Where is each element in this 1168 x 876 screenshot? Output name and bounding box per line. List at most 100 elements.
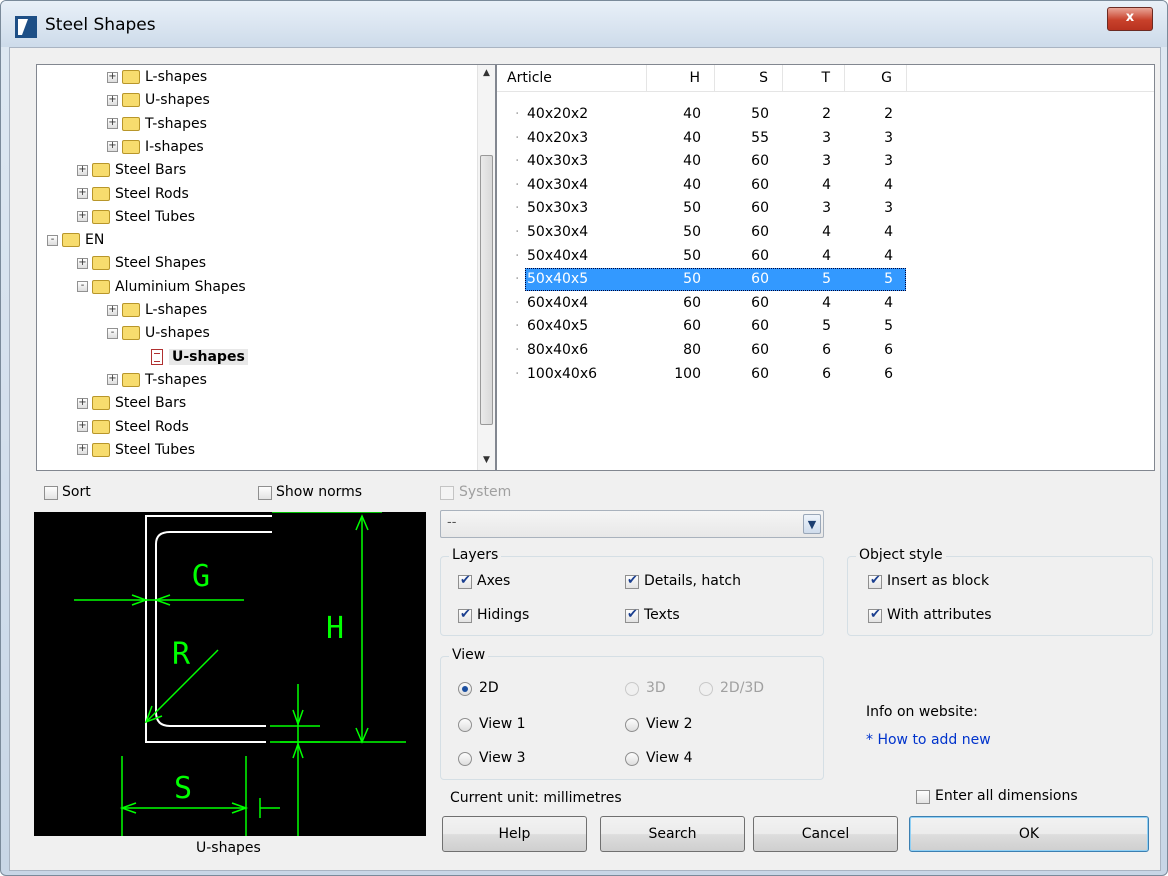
hidings-label: Hidings: [477, 607, 530, 623]
view-4-radio[interactable]: [625, 752, 639, 766]
tree-item[interactable]: U-shapes: [137, 346, 248, 368]
expand-icon[interactable]: +: [107, 304, 118, 316]
column-header-s[interactable]: S: [715, 65, 783, 91]
expand-icon[interactable]: +: [77, 164, 88, 176]
column-header-t[interactable]: T: [783, 65, 845, 91]
expand-icon[interactable]: +: [107, 141, 118, 153]
collapse-icon[interactable]: -: [47, 234, 58, 246]
tree-item[interactable]: + Steel Bars: [77, 159, 186, 181]
view-3-radio[interactable]: [458, 752, 472, 766]
enter-all-dimensions-checkbox[interactable]: [916, 790, 930, 804]
system-dropdown[interactable]: -- ▼: [440, 510, 824, 538]
tree-item[interactable]: + Steel Shapes: [77, 252, 206, 274]
view-2d3d-radio[interactable]: [699, 682, 713, 696]
insert-as-block-checkbox[interactable]: [868, 573, 882, 589]
collapse-icon[interactable]: -: [107, 327, 118, 339]
cell-article: 40x20x2: [527, 106, 589, 122]
ok-button[interactable]: OK: [909, 816, 1149, 852]
table-row[interactable]: · 80x40x6 80 60 6 6: [497, 339, 1154, 362]
expand-icon[interactable]: +: [77, 188, 88, 199]
article-table[interactable]: Article H S T G · 40x20x2 40 50 2 2 · 40x20x3 40…: [496, 64, 1155, 471]
folder-icon: [122, 116, 140, 131]
view-2-radio[interactable]: [625, 718, 639, 732]
cell-t: 4: [822, 247, 831, 264]
cell-g: 4: [884, 294, 893, 311]
sort-checkbox[interactable]: [44, 486, 58, 500]
table-row[interactable]: · 50x30x4 50 60 4 4: [497, 221, 1154, 244]
axes-checkbox[interactable]: [458, 573, 472, 589]
expand-icon[interactable]: +: [107, 71, 118, 83]
expand-icon[interactable]: +: [107, 94, 118, 106]
texts-checkbox[interactable]: [625, 607, 639, 623]
tree-item[interactable]: + T-shapes: [107, 369, 207, 391]
show-norms-checkbox[interactable]: [258, 486, 272, 500]
expand-icon[interactable]: +: [107, 374, 118, 386]
object-style-title: Object style: [856, 547, 946, 563]
cell-s: 50: [751, 106, 769, 122]
scroll-up-icon[interactable]: ▲: [478, 65, 495, 82]
chevron-down-icon[interactable]: ▼: [803, 514, 821, 534]
folder-icon: [92, 163, 110, 178]
expand-icon[interactable]: +: [77, 257, 88, 269]
how-to-add-new-link[interactable]: * How to add new: [866, 732, 991, 748]
view-1-radio[interactable]: [458, 718, 472, 732]
column-header-article[interactable]: Article: [497, 65, 647, 91]
scroll-down-icon[interactable]: ▼: [478, 452, 495, 469]
tree-item[interactable]: + Steel Rods: [77, 183, 189, 205]
expand-icon[interactable]: +: [77, 211, 88, 223]
table-row[interactable]: · 50x40x4 50 60 4 4: [497, 245, 1154, 268]
help-button[interactable]: Help: [442, 816, 587, 852]
dim-label-g: G: [192, 559, 210, 594]
tree-item[interactable]: - Aluminium Shapes: [77, 276, 246, 298]
tree-item[interactable]: - U-shapes: [107, 322, 210, 344]
details-hatch-checkbox[interactable]: [625, 573, 639, 589]
with-attributes-checkbox[interactable]: [868, 607, 882, 623]
expand-icon[interactable]: +: [77, 397, 88, 409]
scroll-thumb[interactable]: [480, 155, 493, 425]
search-button[interactable]: Search: [600, 816, 745, 852]
table-row[interactable]: · 40x30x4 40 60 4 4: [497, 174, 1154, 197]
table-row[interactable]: · 50x30x3 50 60 3 3: [497, 197, 1154, 220]
view-2d-radio[interactable]: [458, 682, 472, 696]
view-1-label: View 1: [479, 716, 526, 732]
enter-all-dimensions-label: Enter all dimensions: [935, 788, 1078, 804]
hidings-checkbox[interactable]: [458, 607, 472, 623]
tree-item[interactable]: + I-shapes: [107, 136, 204, 158]
tree-item[interactable]: + Steel Rods: [77, 416, 189, 438]
category-tree[interactable]: + L-shapes + U-shapes + T-shapes + I-shapes + Ste…: [36, 64, 496, 471]
tree-line: ·: [515, 200, 520, 217]
expand-icon[interactable]: +: [107, 118, 118, 130]
tree-item[interactable]: + Steel Bars: [77, 392, 186, 414]
table-row[interactable]: · 40x30x3 40 60 3 3: [497, 150, 1154, 173]
cancel-button[interactable]: Cancel: [753, 816, 898, 852]
table-row[interactable]: · 100x40x6 100 60 6 6: [497, 363, 1154, 386]
table-row[interactable]: · 40x20x2 40 50 2 2: [497, 103, 1154, 126]
tree-item[interactable]: + T-shapes: [107, 113, 207, 135]
folder-icon: [62, 233, 80, 248]
column-header-h[interactable]: H: [647, 65, 715, 91]
cell-s: 55: [751, 129, 769, 146]
cell-g: 4: [884, 247, 893, 264]
tree-item[interactable]: + L-shapes: [107, 66, 207, 88]
system-checkbox[interactable]: [440, 486, 454, 500]
table-row[interactable]: · 40x20x3 40 55 3 3: [497, 127, 1154, 150]
expand-icon[interactable]: +: [77, 421, 88, 432]
tree-item[interactable]: + Steel Tubes: [77, 439, 195, 461]
column-header-g[interactable]: G: [845, 65, 907, 91]
tree-item[interactable]: + U-shapes: [107, 89, 210, 111]
tree-item[interactable]: + Steel Tubes: [77, 206, 195, 228]
table-row[interactable]: · 60x40x5 60 60 5 5: [497, 315, 1154, 338]
expand-icon[interactable]: +: [77, 444, 88, 456]
tree-item[interactable]: + L-shapes: [107, 299, 207, 321]
tree-line: ·: [515, 318, 520, 335]
cell-t: 5: [822, 271, 831, 288]
cell-h: 80: [683, 342, 701, 358]
close-button[interactable]: x: [1107, 7, 1153, 31]
collapse-icon[interactable]: -: [77, 281, 88, 293]
table-row[interactable]: · 50x40x5 50 60 5 5: [497, 268, 1154, 292]
tree-scrollbar[interactable]: ▲ ▼: [477, 65, 495, 470]
tree-item[interactable]: - EN: [47, 229, 104, 251]
cell-s: 60: [751, 153, 769, 170]
view-3d-radio[interactable]: [625, 682, 639, 696]
table-row[interactable]: · 60x40x4 60 60 4 4: [497, 292, 1154, 315]
